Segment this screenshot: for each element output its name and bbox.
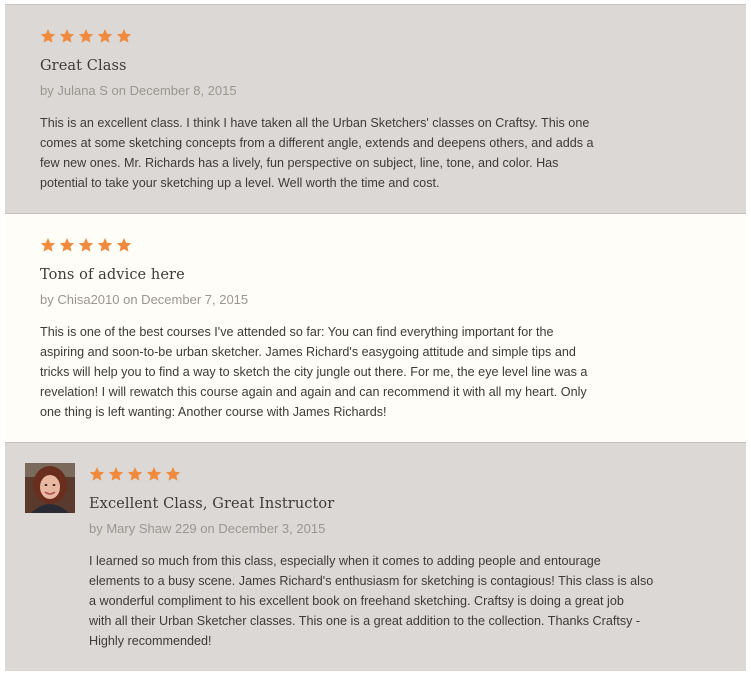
review-item: Excellent Class, Great Instructor by Mar… — [5, 443, 746, 671]
star-icon — [116, 237, 132, 253]
review-body: This is an excellent class. I think I ha… — [40, 116, 594, 190]
star-icon — [116, 28, 132, 44]
star-icon — [97, 28, 113, 44]
star-icon — [40, 237, 56, 253]
reviews-list: Great Class by Julana S on December 8, 2… — [5, 4, 746, 671]
star-rating — [89, 466, 184, 482]
star-icon — [89, 466, 105, 482]
star-rating — [40, 28, 135, 44]
star-icon — [59, 237, 75, 253]
review-body: This is one of the best courses I've att… — [40, 325, 588, 419]
review-title: Tons of advice here — [40, 267, 185, 283]
star-rating — [40, 237, 135, 253]
star-icon — [146, 466, 162, 482]
review-byline: by Julana S on December 8, 2015 — [40, 83, 237, 98]
star-icon — [165, 466, 181, 482]
star-icon — [108, 466, 124, 482]
review-item: Tons of advice here by Chisa2010 on Dece… — [5, 214, 746, 443]
review-byline: by Chisa2010 on December 7, 2015 — [40, 292, 249, 307]
star-icon — [127, 466, 143, 482]
star-icon — [59, 28, 75, 44]
review-body: I learned so much from this class, espec… — [89, 554, 654, 648]
star-icon — [78, 237, 94, 253]
review-byline: by Mary Shaw 229 on December 3, 2015 — [89, 521, 326, 536]
user-photo-icon — [25, 463, 75, 513]
avatar — [25, 463, 75, 513]
star-icon — [97, 237, 113, 253]
star-icon — [40, 28, 56, 44]
review-item: Great Class by Julana S on December 8, 2… — [5, 5, 746, 214]
review-title: Great Class — [40, 58, 127, 74]
review-title: Excellent Class, Great Instructor — [89, 496, 335, 512]
star-icon — [78, 28, 94, 44]
